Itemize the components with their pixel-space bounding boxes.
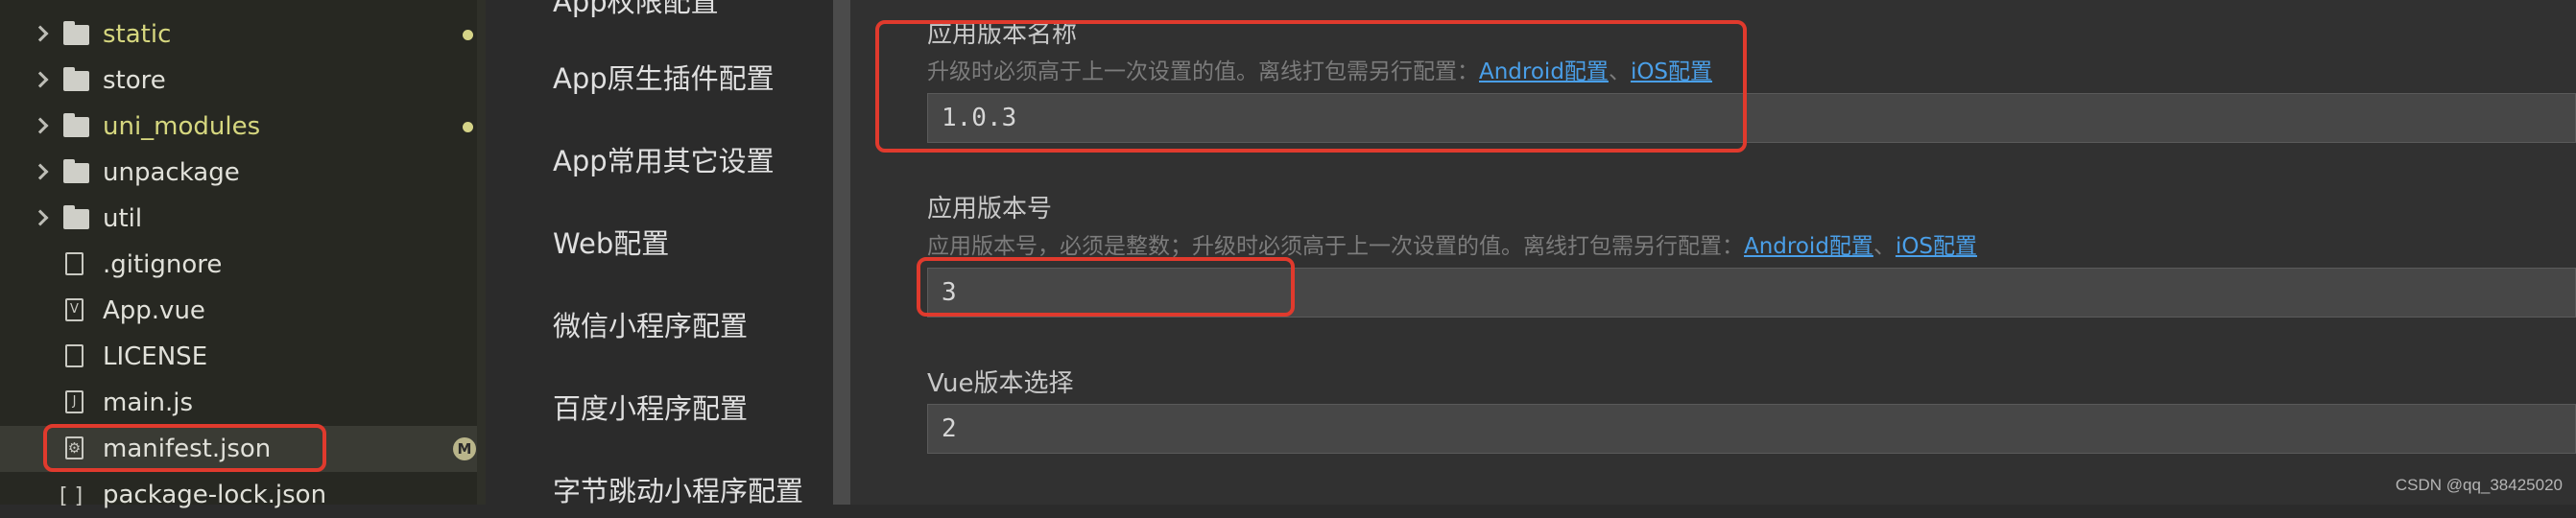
tree-item-unpackage[interactable]: unpackage: [0, 150, 477, 196]
tree-item-app-vue[interactable]: V App.vue: [0, 288, 477, 334]
highlight-box-manifest: [43, 424, 326, 472]
tree-item-static[interactable]: static: [0, 12, 477, 58]
tree-item-util[interactable]: util: [0, 196, 477, 242]
tree-item-package-lock-json[interactable]: [ ] package-lock.json: [0, 472, 477, 518]
js-file-icon: J: [65, 390, 83, 413]
tree-item-gitignore[interactable]: .gitignore: [0, 242, 477, 288]
tree-item-main-js[interactable]: J main.js: [0, 380, 477, 426]
modified-dot-icon: [463, 122, 473, 132]
tree-item-label: uni_modules: [103, 112, 261, 141]
modified-dot-icon: [463, 30, 473, 40]
vue-version-label: Vue版本选择: [927, 369, 1074, 398]
highlight-box-version-code: [917, 257, 1295, 317]
menu-item-app-native-plugins[interactable]: App原生插件配置: [553, 61, 775, 96]
chevron-right-icon[interactable]: [32, 71, 49, 88]
android-config-link[interactable]: Android配置: [1744, 234, 1873, 259]
menu-item-app-other-settings[interactable]: App常用其它设置: [553, 144, 775, 178]
highlight-box-version-name: [875, 20, 1747, 153]
vue-version-select[interactable]: 2: [927, 404, 2576, 454]
chevron-right-icon[interactable]: [32, 25, 49, 42]
menu-item-baidu-mp[interactable]: 百度小程序配置: [553, 391, 748, 426]
config-panel: 应用版本名称 升级时必须高于上一次设置的值。离线打包需另行配置：Android配…: [850, 0, 2576, 505]
tree-item-label: main.js: [103, 388, 193, 417]
folder-icon: [63, 113, 89, 137]
folder-icon: [63, 67, 89, 91]
version-code-label: 应用版本号: [927, 195, 1053, 224]
file-tree: static store uni_modules unpackage util …: [0, 0, 486, 509]
tree-item-label: util: [103, 204, 143, 233]
modified-badge: M: [453, 437, 476, 460]
tree-item-label: LICENSE: [103, 342, 208, 371]
folder-icon: [63, 205, 89, 229]
tree-item-label: unpackage: [103, 158, 240, 187]
menu-scrollbar[interactable]: [833, 0, 850, 505]
ios-config-link[interactable]: iOS配置: [1896, 234, 1977, 259]
watermark: CSDN @qq_38425020: [2395, 476, 2563, 494]
tree-item-uni-modules[interactable]: uni_modules: [0, 104, 477, 150]
chevron-right-icon[interactable]: [32, 117, 49, 134]
chevron-right-icon[interactable]: [32, 209, 49, 226]
vue-file-icon: V: [65, 298, 83, 321]
menu-item-toutiao-mp[interactable]: 字节跳动小程序配置: [553, 474, 803, 508]
tree-item-label: App.vue: [103, 296, 205, 325]
menu-item-web[interactable]: Web配置: [553, 226, 669, 261]
file-icon: [65, 344, 83, 367]
tree-item-label: static: [103, 20, 172, 49]
menu-item-app-permissions[interactable]: App权限配置: [553, 0, 719, 19]
menu-item-weixin-mp[interactable]: 微信小程序配置: [553, 309, 748, 343]
tree-item-store[interactable]: store: [0, 58, 477, 104]
folder-icon: [63, 159, 89, 183]
tree-item-label: package-lock.json: [103, 481, 327, 509]
tree-scrollbar[interactable]: [477, 0, 486, 505]
tree-item-license[interactable]: LICENSE: [0, 334, 477, 380]
manifest-category-menu: App权限配置 App原生插件配置 App常用其它设置 Web配置 微信小程序配…: [486, 0, 833, 508]
folder-icon: [63, 21, 89, 45]
json-file-icon: [ ]: [60, 484, 83, 508]
tree-item-label: store: [103, 66, 166, 95]
file-icon: [65, 252, 83, 275]
tree-item-label: .gitignore: [103, 250, 223, 279]
chevron-right-icon[interactable]: [32, 163, 49, 180]
